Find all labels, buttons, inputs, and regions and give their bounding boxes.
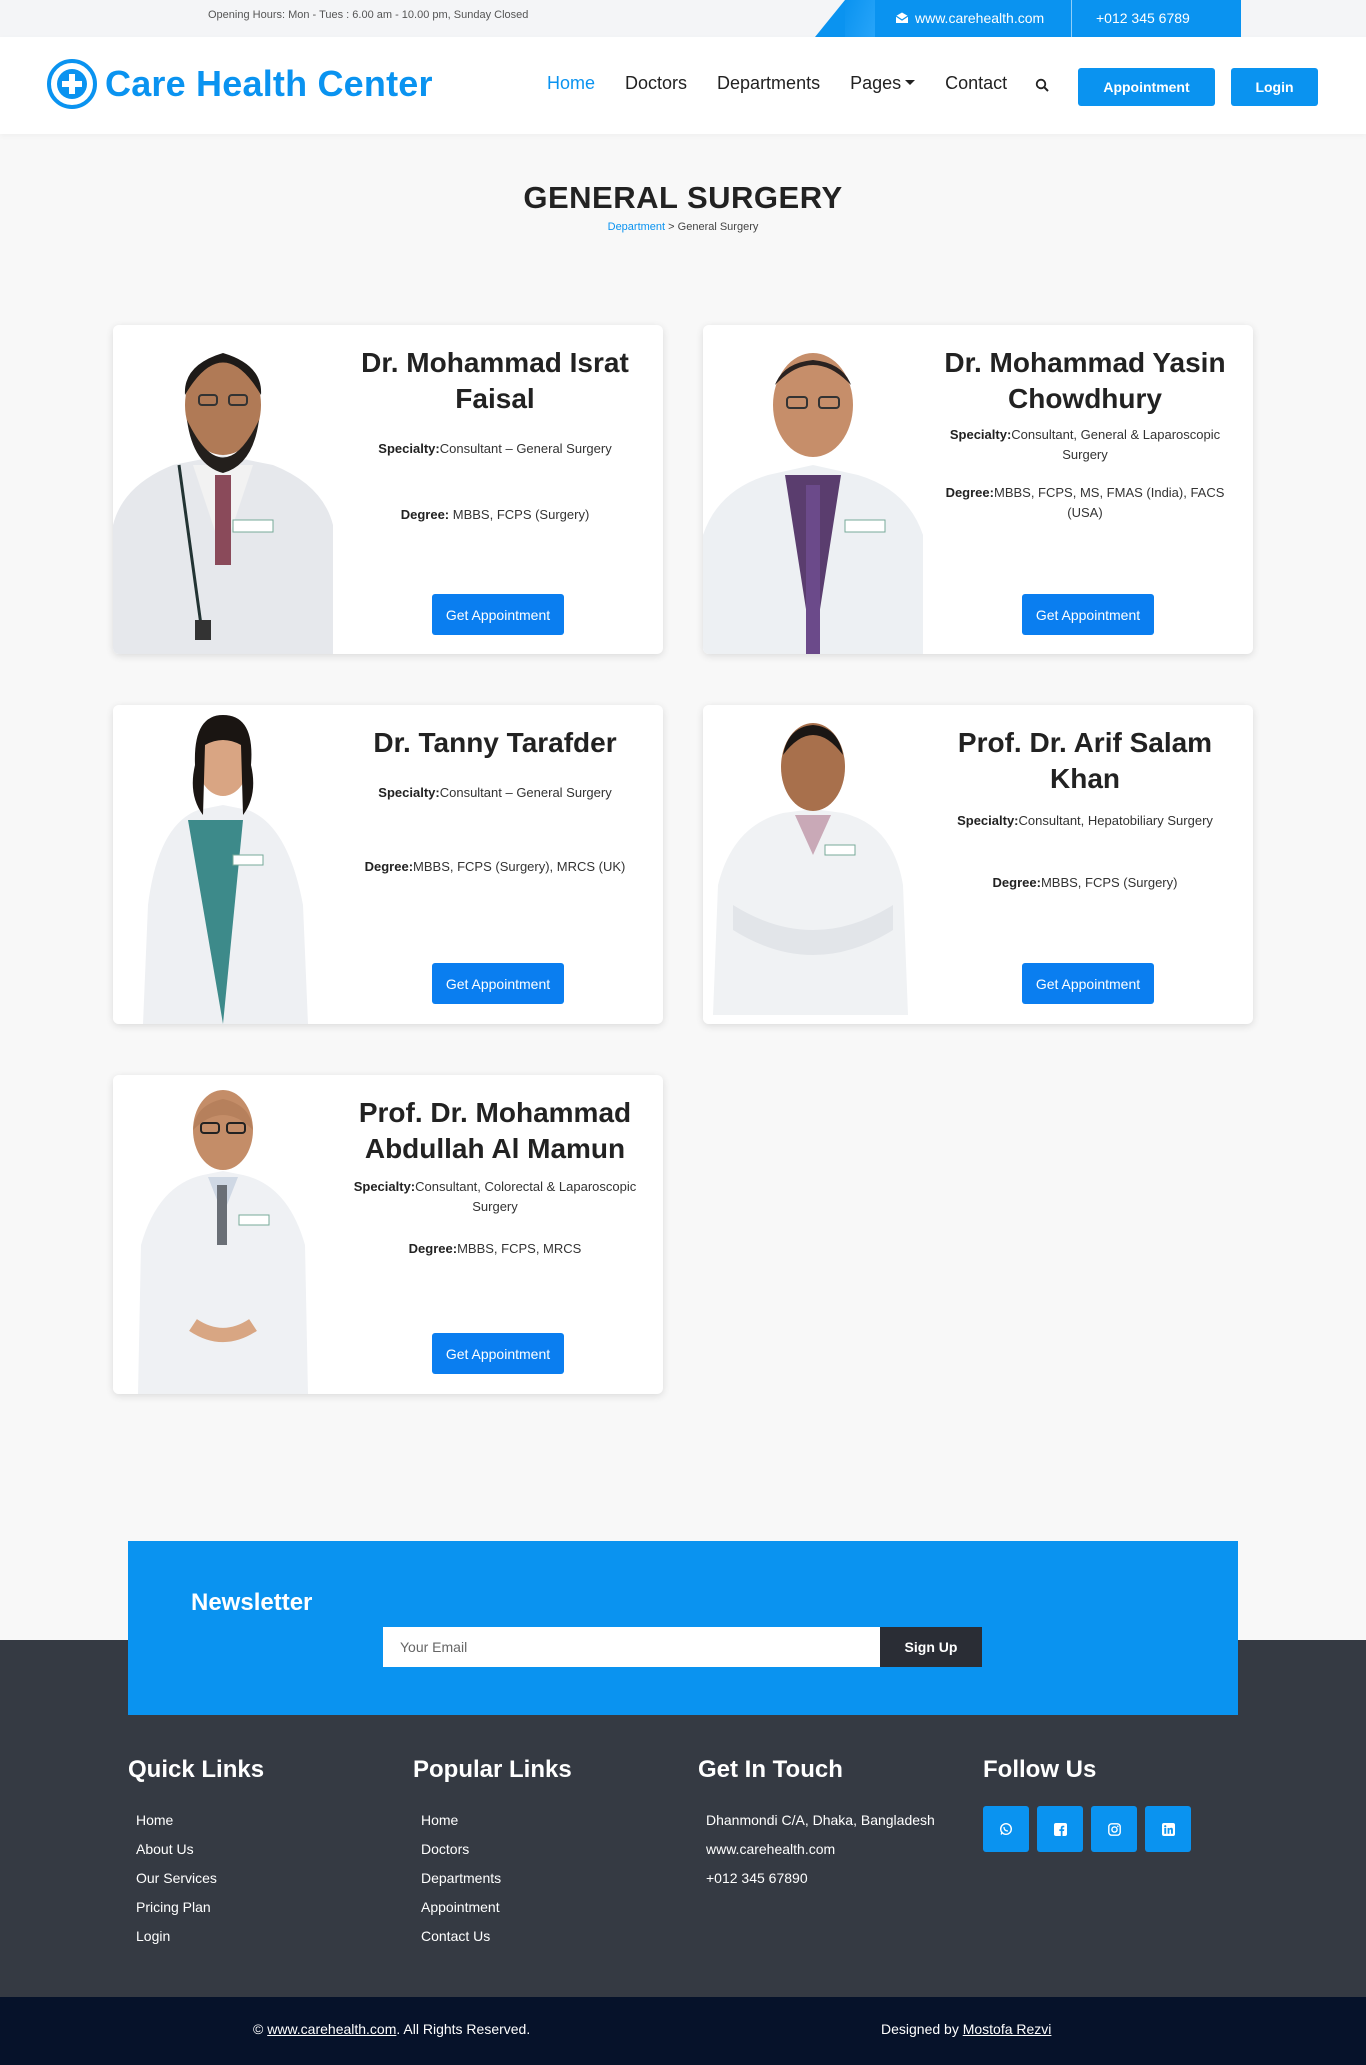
footer-link[interactable]: Contact Us xyxy=(413,1922,572,1951)
appointment-button[interactable]: Appointment xyxy=(1078,68,1215,106)
copyright-text: © www.carehealth.com. All Rights Reserve… xyxy=(253,2021,531,2037)
facebook-icon[interactable] xyxy=(1037,1806,1083,1852)
newsletter-title: Newsletter xyxy=(191,1589,313,1616)
doctor-photo xyxy=(113,1075,333,1394)
footer-link[interactable]: Home xyxy=(413,1806,572,1835)
footer-link[interactable]: Appointment xyxy=(413,1893,572,1922)
doctor-name: Dr. Mohammad Israt Faisal xyxy=(361,347,629,414)
doctor-degree: Degree:MBBS, FCPS (Surgery), MRCS (UK) xyxy=(364,859,626,874)
footer-link[interactable]: Our Services xyxy=(128,1864,264,1893)
doctor-degree: Degree:MBBS, FCPS, MS, FMAS (India), FAC… xyxy=(945,485,1225,520)
search-icon[interactable] xyxy=(1035,78,1049,92)
footer-heading: Popular Links xyxy=(413,1756,572,1783)
doctor-name: Prof. Dr. Arif Salam Khan xyxy=(957,727,1213,794)
doctor-specialty: Specialty:Consultant, Hepatobiliary Surg… xyxy=(957,813,1213,828)
doctor-photo xyxy=(113,705,333,1024)
footer-popular-links: Popular Links Home Doctors Departments A… xyxy=(413,1756,572,1951)
newsletter-section: Newsletter Sign Up xyxy=(128,1541,1238,1715)
doctor-name: Prof. Dr. Mohammad Abdullah Al Mamun xyxy=(358,1097,632,1164)
phone-number[interactable]: +012 345 6789 xyxy=(1096,10,1190,26)
footer-follow-us: Follow Us xyxy=(983,1756,1191,1852)
website-link[interactable]: www.carehealth.com xyxy=(895,10,1044,26)
nav-departments[interactable]: Departments xyxy=(717,73,820,94)
nav-pages-label: Pages xyxy=(850,73,902,93)
doctor-photo xyxy=(703,325,923,654)
footer-heading: Quick Links xyxy=(128,1756,265,1783)
doctor-card: Prof. Dr. Mohammad Abdullah Al Mamun Spe… xyxy=(113,1075,663,1394)
footer-heading: Follow Us xyxy=(983,1756,1097,1783)
nav-pages[interactable]: Pages xyxy=(850,73,916,94)
get-appointment-button[interactable]: Get Appointment xyxy=(432,1333,564,1374)
login-button[interactable]: Login xyxy=(1231,68,1318,106)
nav-doctors[interactable]: Doctors xyxy=(625,73,687,94)
footer-phone[interactable]: +012 345 67890 xyxy=(698,1864,935,1893)
doctor-info: Prof. Dr. Mohammad Abdullah Al Mamun Spe… xyxy=(345,1095,645,1259)
newsletter-signup-button[interactable]: Sign Up xyxy=(880,1627,982,1667)
breadcrumb-current: General Surgery xyxy=(677,221,759,233)
nav-contact[interactable]: Contact xyxy=(945,73,1007,94)
contact-strip: www.carehealth.com +012 345 6789 xyxy=(815,0,1241,37)
footer-heading: Get In Touch xyxy=(698,1756,843,1783)
envelope-icon xyxy=(895,12,909,23)
doctor-degree: Degree:MBBS, FCPS, MRCS xyxy=(408,1241,582,1256)
doctor-card: Prof. Dr. Arif Salam Khan Specialty:Cons… xyxy=(703,705,1253,1024)
doctor-specialty: Specialty:Consultant – General Surgery xyxy=(378,441,612,456)
doctor-info: Prof. Dr. Arif Salam Khan Specialty:Cons… xyxy=(935,725,1235,893)
brand-name: Care Health Center xyxy=(105,63,433,104)
doctor-specialty: Specialty:Consultant, General & Laparosc… xyxy=(949,427,1221,462)
get-appointment-button[interactable]: Get Appointment xyxy=(1022,594,1154,635)
footer-website[interactable]: www.carehealth.com xyxy=(698,1835,935,1864)
social-links xyxy=(983,1806,1191,1852)
caret-down-icon xyxy=(905,80,916,86)
doctor-photo xyxy=(703,705,923,1024)
footer-link[interactable]: Departments xyxy=(413,1864,572,1893)
copyright-site-link[interactable]: www.carehealth.com xyxy=(267,2021,396,2037)
breadcrumb: Department > General Surgery xyxy=(607,221,759,233)
main-nav: Home Doctors Departments Pages Contact xyxy=(547,73,1037,94)
doctor-specialty: Specialty:Consultant, Colorectal & Lapar… xyxy=(353,1179,637,1214)
doctor-info: Dr. Tanny Tarafder Specialty:Consultant … xyxy=(345,725,645,877)
instagram-icon[interactable] xyxy=(1091,1806,1137,1852)
doctor-card: Dr. Mohammad Israt Faisal Specialty:Cons… xyxy=(113,325,663,654)
doctor-info: Dr. Mohammad Israt Faisal Specialty:Cons… xyxy=(345,345,645,525)
doctor-degree: Degree:MBBS, FCPS (Surgery) xyxy=(992,875,1178,890)
brand-logo[interactable]: Care Health Center xyxy=(47,59,433,109)
doctor-specialty: Specialty:Consultant – General Surgery xyxy=(378,785,612,800)
designer-credit: Designed by Mostofa Rezvi xyxy=(881,2021,1052,2037)
footer-get-in-touch: Get In Touch Dhanmondi C/A, Dhaka, Bangl… xyxy=(698,1756,935,1893)
page-title: GENERAL SURGERY xyxy=(523,180,843,215)
doctor-card: Dr. Tanny Tarafder Specialty:Consultant … xyxy=(113,705,663,1024)
get-appointment-button[interactable]: Get Appointment xyxy=(1022,963,1154,1004)
footer-quick-links: Quick Links Home About Us Our Services P… xyxy=(128,1756,264,1951)
bottom-bar: © www.carehealth.com. All Rights Reserve… xyxy=(0,1997,1366,2065)
get-appointment-button[interactable]: Get Appointment xyxy=(432,594,564,635)
doctor-name: Dr. Mohammad Yasin Chowdhury xyxy=(944,347,1226,414)
doctor-info: Dr. Mohammad Yasin Chowdhury Specialty:C… xyxy=(935,345,1235,523)
footer-link[interactable]: Login xyxy=(128,1922,264,1951)
opening-hours: Opening Hours: Mon - Tues : 6.00 am - 10… xyxy=(208,9,529,21)
doctor-degree: Degree: MBBS, FCPS (Surgery) xyxy=(400,507,590,522)
breadcrumb-department-link[interactable]: Department xyxy=(608,221,665,233)
designer-link[interactable]: Mostofa Rezvi xyxy=(963,2021,1052,2037)
footer-link[interactable]: Pricing Plan xyxy=(128,1893,264,1922)
footer-address: Dhanmondi C/A, Dhaka, Bangladesh xyxy=(706,1812,935,1828)
get-appointment-button[interactable]: Get Appointment xyxy=(432,963,564,1004)
newsletter-email-input[interactable] xyxy=(383,1627,880,1667)
footer-link[interactable]: Doctors xyxy=(413,1835,572,1864)
medical-cross-icon xyxy=(47,59,97,109)
main-header: Care Health Center Home Doctors Departme… xyxy=(0,37,1366,134)
website-text: www.carehealth.com xyxy=(915,10,1045,26)
top-info-bar: Opening Hours: Mon - Tues : 6.00 am - 10… xyxy=(0,0,1366,37)
whatsapp-icon[interactable] xyxy=(983,1806,1029,1852)
footer-link[interactable]: Home xyxy=(128,1806,264,1835)
nav-home[interactable]: Home xyxy=(547,73,595,94)
doctor-card: Dr. Mohammad Yasin Chowdhury Specialty:C… xyxy=(703,325,1253,654)
footer-link[interactable]: About Us xyxy=(128,1835,264,1864)
linkedin-icon[interactable] xyxy=(1145,1806,1191,1852)
doctor-name: Dr. Tanny Tarafder xyxy=(373,727,617,758)
doctor-photo xyxy=(113,325,333,654)
